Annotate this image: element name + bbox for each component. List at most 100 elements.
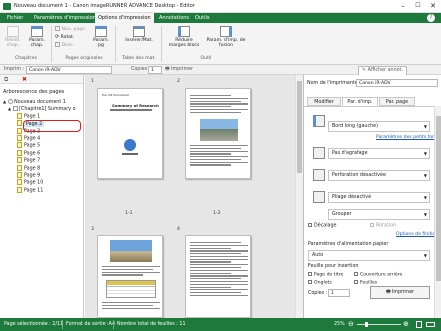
thumb-title: Summary of Research bbox=[112, 103, 159, 108]
tree-toolbar: ⧉ ✖ bbox=[0, 75, 83, 84]
back-cover-checkbox[interactable]: Couverture arrière bbox=[354, 272, 402, 278]
chevron-down-icon: ▼ bbox=[423, 151, 427, 156]
group-label-pages: Pages originales bbox=[65, 56, 103, 61]
page-params-button[interactable]: Param. pg bbox=[90, 26, 112, 48]
page-icon bbox=[17, 134, 22, 141]
scrollbar-thumb[interactable] bbox=[297, 81, 302, 173]
tree-node-page-6[interactable]: Page 6 bbox=[0, 149, 83, 157]
copy-icon[interactable]: ⧉ bbox=[4, 76, 8, 84]
page-thumbnail-3[interactable] bbox=[97, 235, 163, 318]
page-icon bbox=[17, 186, 22, 193]
insert-toc-button[interactable]: Insérer/Mat. bbox=[122, 26, 156, 43]
page-number-label: 1 bbox=[91, 79, 94, 84]
title-bar: Nouveau document 1 - Canon imageRUNNER A… bbox=[0, 0, 441, 13]
tab-annotations[interactable]: Annotations bbox=[156, 13, 192, 23]
divide-button[interactable]: Divis. bbox=[55, 42, 74, 49]
offset-checkbox[interactable]: Décalage bbox=[308, 223, 337, 229]
tabs-checkbox[interactable]: Onglets bbox=[308, 280, 332, 286]
settings-scrollbar[interactable] bbox=[434, 106, 441, 318]
group-select[interactable]: Grouper ▼ bbox=[328, 209, 430, 220]
reset-chapter-button[interactable]: Réiniti. chap. bbox=[2, 26, 24, 48]
page-number-label: 2 bbox=[177, 79, 180, 84]
tab-tools[interactable]: Outils bbox=[192, 13, 212, 23]
page-thumbnail-4[interactable] bbox=[185, 235, 251, 318]
maximize-button[interactable]: ☐ bbox=[411, 1, 425, 11]
page-thumbnail-1[interactable]: Pur. 02 Document Summary of Research bbox=[97, 88, 163, 179]
chapter-params-button[interactable]: Param. chap. bbox=[26, 26, 48, 48]
tree-node-page-4[interactable]: Page 4 bbox=[0, 134, 83, 142]
help-icon[interactable]: ? bbox=[427, 14, 435, 22]
binding-icon bbox=[313, 115, 325, 127]
merge-print-settings-button[interactable]: Param. d'imp. de fusion bbox=[206, 26, 246, 48]
tree-node-chapter[interactable]: ▲ [Chapitre1] Summary o bbox=[0, 105, 83, 112]
preview-scrollbar[interactable] bbox=[295, 75, 303, 318]
printer-icon: 🖶 bbox=[385, 290, 391, 295]
tree-node-page-11[interactable]: Page 11 bbox=[0, 186, 83, 194]
page-icon bbox=[17, 179, 22, 186]
title-page-checkbox[interactable]: Page de titre bbox=[308, 272, 343, 278]
selected-page-status: Page sélectionnée : 2/11 bbox=[4, 322, 64, 327]
chevron-down-icon: ▼ bbox=[423, 212, 427, 217]
tree-node-page-8[interactable]: Page 8 bbox=[0, 164, 83, 172]
page-params-icon bbox=[95, 26, 107, 37]
zoom-slider[interactable] bbox=[357, 322, 401, 327]
chevron-down-icon: ▼ bbox=[423, 124, 427, 129]
divide-icon bbox=[55, 42, 60, 47]
fit-page-icon[interactable] bbox=[416, 321, 422, 328]
fit-width-icon[interactable] bbox=[426, 322, 435, 327]
printer-name-select[interactable]: Canon iR-ADV bbox=[356, 79, 438, 87]
thumb-table bbox=[106, 280, 156, 298]
rotation-checkbox[interactable]: Rotation bbox=[370, 223, 396, 229]
close-button[interactable]: ✕ bbox=[426, 1, 440, 11]
minimize-button[interactable]: – bbox=[396, 1, 410, 11]
fine-binding-link[interactable]: Paramètres des petits fonds bbox=[376, 135, 440, 140]
tab-page-params[interactable]: Par. page bbox=[379, 97, 415, 106]
print-toolbar-button[interactable]: 🖶 Imprimer bbox=[165, 65, 193, 75]
tab-print-params[interactable]: Par. d'imp. bbox=[342, 97, 378, 106]
finish-options-link[interactable]: Options de finition bbox=[396, 232, 438, 237]
page-icon bbox=[17, 164, 22, 171]
sheets-checkbox[interactable]: Feuilles bbox=[354, 280, 377, 286]
fold-select[interactable]: Pliage désactivé ▼ bbox=[328, 192, 430, 203]
printer-select[interactable]: Canon iR-ADV bbox=[26, 66, 112, 74]
tree-node-document[interactable]: ▲ Nouveau document 1 bbox=[0, 98, 83, 105]
status-separator bbox=[62, 320, 63, 329]
zoom-slider-handle[interactable] bbox=[365, 322, 368, 327]
copies-input-right[interactable]: 1 bbox=[328, 289, 350, 297]
zoom-out-button[interactable]: ⊖ bbox=[348, 318, 354, 331]
zoom-in-button[interactable]: ⊕ bbox=[403, 318, 409, 331]
reduce-margins-button[interactable]: Réduire marges blocs bbox=[166, 26, 202, 48]
copies-input[interactable]: 1 bbox=[148, 66, 162, 74]
tab-print-settings[interactable]: Paramètres d'impression bbox=[31, 13, 99, 23]
merge-print-settings-icon bbox=[220, 26, 232, 37]
collapse-icon[interactable]: ▲ bbox=[3, 99, 6, 104]
thumb-text bbox=[102, 266, 160, 277]
staple-select[interactable]: Pas d'agrafage ▼ bbox=[328, 148, 430, 159]
thumb-photo bbox=[110, 240, 152, 262]
tab-modifier[interactable]: Modifier bbox=[307, 97, 341, 106]
tree-node-page-5[interactable]: Page 5 bbox=[0, 142, 83, 149]
collapse-icon[interactable]: ▲ bbox=[8, 106, 11, 111]
tab-fichier[interactable]: Fichier bbox=[4, 13, 26, 23]
window-title: Nouveau document 1 - Canon imageRUNNER A… bbox=[14, 3, 195, 9]
delete-icon[interactable]: ✖ bbox=[22, 76, 27, 83]
chapter-params-icon bbox=[31, 26, 43, 37]
tree-node-page-7[interactable]: Page 7 bbox=[0, 157, 83, 164]
checkbox-icon bbox=[308, 280, 312, 284]
new-page-button[interactable]: Nou. page bbox=[55, 26, 85, 33]
punch-select[interactable]: Perforation désactivée ▼ bbox=[328, 170, 430, 181]
chevron-down-icon: ▼ bbox=[423, 253, 427, 258]
page-thumbnail-2[interactable] bbox=[185, 88, 251, 179]
scrollbar-thumb[interactable] bbox=[436, 116, 441, 281]
thumb-subtitle-bar bbox=[110, 109, 152, 111]
rotate-button[interactable]: ⟳ Rotat. bbox=[55, 34, 74, 41]
page-tree: ▲ Nouveau document 1 ▲ [Chapitre1] Summa… bbox=[0, 98, 83, 194]
thumb-text bbox=[190, 95, 248, 114]
tab-print-options[interactable]: Options d'impression bbox=[95, 13, 154, 23]
tree-node-page-9[interactable]: Page 9 bbox=[0, 171, 83, 179]
tree-node-page-10[interactable]: Page 10 bbox=[0, 179, 83, 186]
zoom-value: 25% bbox=[334, 322, 345, 327]
binding-select[interactable]: Bord long (gauche) ▼ bbox=[328, 121, 430, 132]
paper-source-select[interactable]: Auto ▼ bbox=[308, 250, 430, 261]
print-button[interactable]: 🖶 Imprimer bbox=[370, 286, 430, 299]
